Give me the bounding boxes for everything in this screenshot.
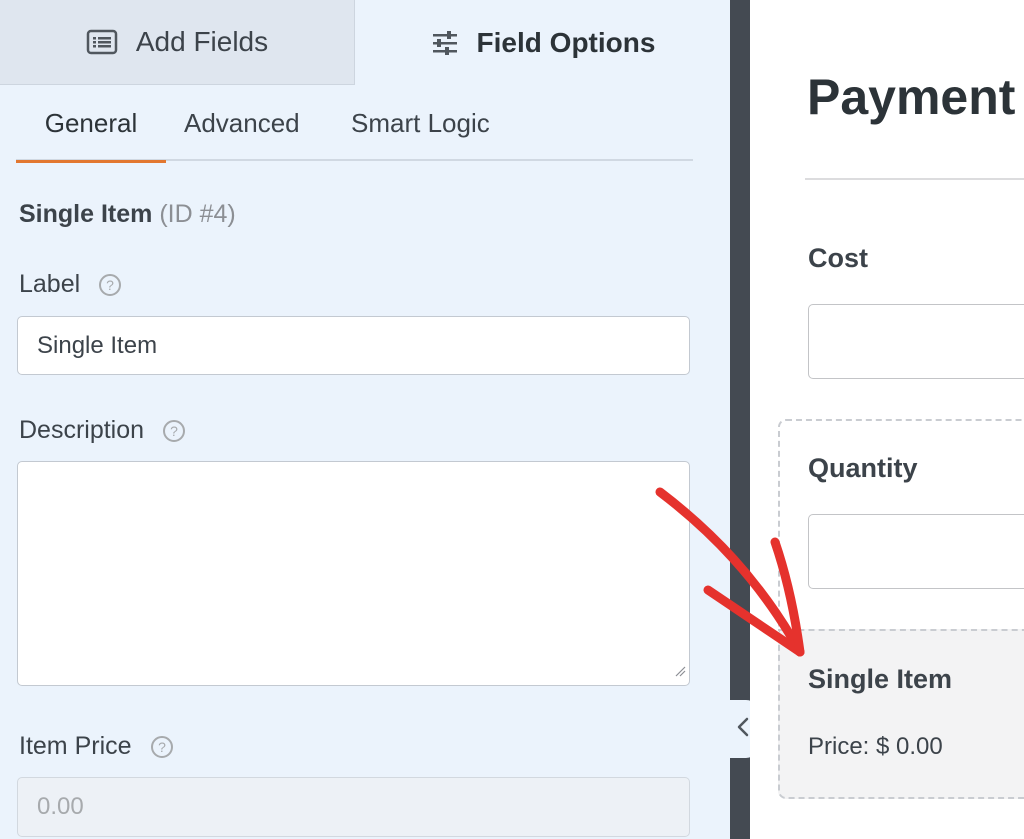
tab-field-options-label: Field Options [476, 26, 656, 58]
svg-text:?: ? [106, 277, 114, 293]
annotation-arrow-icon [650, 480, 820, 675]
label-option-title: Label ? [19, 270, 122, 299]
cost-field-label: Cost [808, 243, 868, 273]
item-price-option-text: Item Price [19, 732, 132, 760]
field-heading: Single Item (ID #4) [19, 200, 236, 229]
sliders-icon [431, 30, 459, 56]
tab-add-fields[interactable]: Add Fields [0, 0, 355, 85]
option-sub-tabs: General Advanced Smart Logic [16, 86, 693, 163]
form-title: Payment [807, 69, 1016, 125]
quantity-input[interactable] [808, 514, 1024, 589]
help-icon[interactable]: ? [98, 273, 122, 297]
tab-advanced[interactable]: Advanced [184, 86, 300, 161]
help-icon[interactable]: ? [162, 419, 186, 443]
svg-text:?: ? [158, 739, 166, 755]
label-input-value: Single Item [37, 331, 158, 359]
title-separator [805, 178, 1024, 180]
field-options-panel: Add Fields Field Options General Advance… [0, 0, 730, 839]
cost-input[interactable] [808, 304, 1024, 379]
item-price-input[interactable]: 0.00 [17, 777, 690, 837]
field-heading-name: Single Item [19, 200, 153, 228]
svg-text:?: ? [170, 423, 178, 439]
tab-field-options[interactable]: Field Options [356, 0, 730, 85]
single-item-price: Price: $ 0.00 [808, 733, 943, 760]
panel-tabs: Add Fields Field Options [0, 0, 730, 85]
tab-smart-logic[interactable]: Smart Logic [351, 86, 490, 161]
form-preview: Payment Cost Quantity Single Item Price:… [750, 0, 1024, 839]
item-price-value: 0.00 [37, 793, 84, 820]
description-textarea[interactable] [17, 461, 690, 686]
help-icon[interactable]: ? [150, 735, 174, 759]
quantity-field-label: Quantity [808, 453, 918, 483]
tab-general[interactable]: General [16, 86, 166, 163]
description-option-title: Description ? [19, 416, 186, 445]
single-item-field-label: Single Item [808, 664, 953, 694]
list-icon [86, 29, 118, 55]
label-option-text: Label [19, 270, 81, 298]
label-input[interactable]: Single Item [17, 316, 690, 375]
tab-add-fields-label: Add Fields [135, 26, 269, 57]
field-id: (ID #4) [159, 200, 236, 228]
description-option-text: Description [19, 416, 145, 444]
chevron-left-icon [736, 716, 750, 743]
item-price-option-title: Item Price ? [19, 732, 174, 761]
